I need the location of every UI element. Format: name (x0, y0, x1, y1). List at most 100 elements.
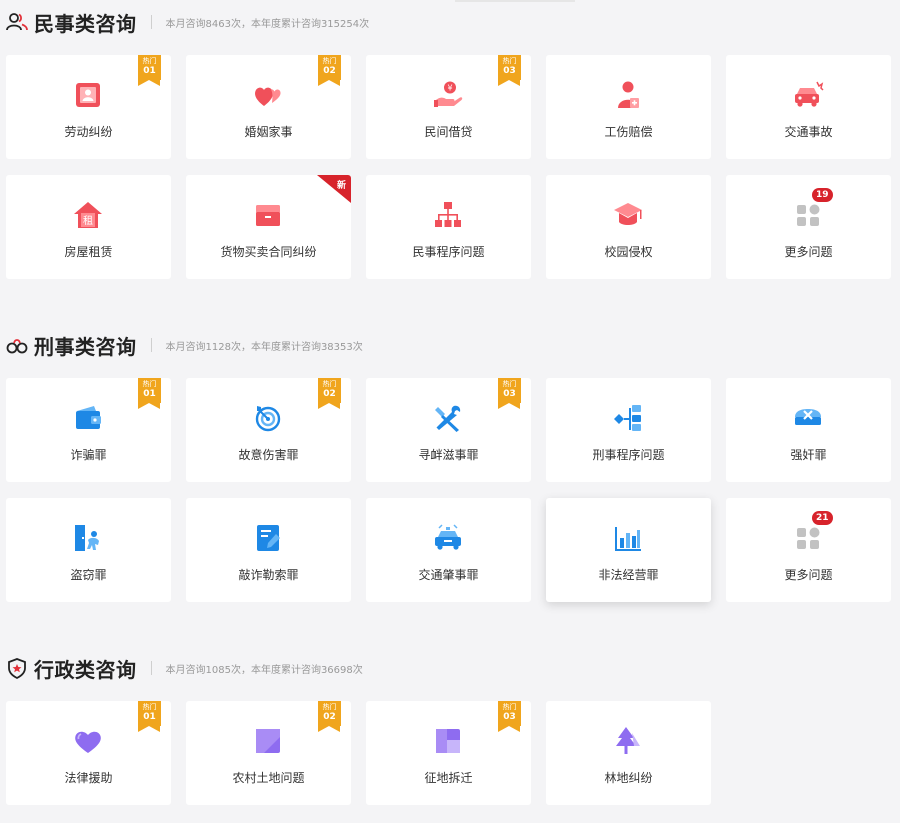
category-label: 征地拆迁 (424, 771, 473, 785)
category-card[interactable]: 敲诈勒索罪 (186, 498, 351, 602)
category-card[interactable]: 校园侵权 (546, 175, 711, 279)
category-label: 农村土地问题 (232, 771, 305, 785)
category-card[interactable]: 刑事程序问题 (546, 378, 711, 482)
category-card[interactable]: 劳动纠纷 热门 01 (6, 55, 171, 159)
category-label: 校园侵权 (604, 245, 653, 259)
thief-door-icon (72, 522, 104, 554)
category-label: 更多问题 (784, 568, 833, 582)
category-label: 寻衅滋事罪 (418, 448, 479, 462)
category-card[interactable]: 故意伤害罪 热门 02 (186, 378, 351, 482)
category-card[interactable]: 更多问题 19 (726, 175, 891, 279)
more-grid-icon (792, 522, 824, 554)
section-title: 行政类咨询 (34, 657, 137, 682)
more-grid-icon (792, 199, 824, 231)
org-chart-icon (432, 199, 464, 231)
category-card[interactable]: 盗窃罪 (6, 498, 171, 602)
section-criminal: 刑事类咨询 本月咨询1128次，本年度累计咨询38353次 诈骗罪 热门 01 故… (0, 330, 900, 610)
category-label: 林地纠纷 (604, 771, 653, 785)
land-grid-icon (432, 725, 464, 757)
section-administrative: 行政类咨询 本月咨询1085次，本年度累计咨询36698次 法律援助 热门 01 … (0, 653, 900, 813)
category-card[interactable]: 更多问题 21 (726, 498, 891, 602)
handcuffs-icon (6, 334, 28, 356)
hot-tag: 热门 03 (498, 701, 521, 732)
car-crash-icon (792, 79, 824, 111)
category-label: 刑事程序问题 (592, 448, 665, 462)
category-label: 劳动纠纷 (64, 125, 113, 139)
svg-text:¥: ¥ (447, 84, 452, 93)
hot-tag: 热门 01 (138, 378, 161, 409)
heart-icon (72, 725, 104, 757)
hot-tag: 热门 02 (318, 701, 341, 732)
cross-box-icon (792, 402, 824, 434)
category-label: 民间借贷 (424, 125, 473, 139)
section-civil: 民事类咨询 本月咨询8463次，本年度累计咨询315254次 劳动纠纷 热门 01… (0, 7, 900, 287)
injured-person-icon (612, 79, 644, 111)
category-label: 盗窃罪 (70, 568, 107, 582)
category-label: 强奸罪 (790, 448, 827, 462)
hot-tag: 热门 03 (498, 378, 521, 409)
category-label: 交通肇事罪 (418, 568, 479, 582)
category-card[interactable]: 非法经营罪 (546, 498, 711, 602)
land-square-icon (252, 725, 284, 757)
tree-icon (612, 725, 644, 757)
category-card[interactable]: 寻衅滋事罪 热门 03 (366, 378, 531, 482)
target-icon (252, 402, 284, 434)
category-card[interactable]: 林地纠纷 (546, 701, 711, 805)
count-badge: 21 (812, 511, 833, 525)
top-divider (455, 0, 575, 2)
section-header: 行政类咨询 本月咨询1085次，本年度累计咨询36698次 (6, 653, 363, 683)
hearts-icon (252, 79, 284, 111)
hot-tag: 热门 03 (498, 55, 521, 86)
category-card[interactable]: 交通事故 (726, 55, 891, 159)
category-label: 婚姻家事 (244, 125, 293, 139)
category-label: 更多问题 (784, 245, 833, 259)
section-header: 民事类咨询 本月咨询8463次，本年度累计咨询315254次 (6, 7, 369, 37)
section-stats: 本月咨询1085次，本年度累计咨询36698次 (165, 664, 363, 676)
category-card[interactable]: 货物买卖合同纠纷 新 (186, 175, 351, 279)
section-header: 刑事类咨询 本月咨询1128次，本年度累计咨询38353次 (6, 330, 363, 360)
hand-coin-icon: ¥ (432, 79, 464, 111)
category-card[interactable]: 农村土地问题 热门 02 (186, 701, 351, 805)
hot-tag: 热门 01 (138, 701, 161, 732)
category-card[interactable]: ¥ 民间借贷 热门 03 (366, 55, 531, 159)
category-label: 法律援助 (64, 771, 113, 785)
section-stats: 本月咨询1128次，本年度累计咨询38353次 (165, 341, 363, 353)
id-card-icon (72, 79, 104, 111)
flowchart-icon (612, 402, 644, 434)
divider (150, 338, 152, 352)
category-label: 交通事故 (784, 125, 833, 139)
house-rent-icon: 租 (72, 199, 104, 231)
section-stats: 本月咨询8463次，本年度累计咨询315254次 (165, 18, 370, 30)
category-label: 货物买卖合同纠纷 (220, 245, 317, 259)
category-label: 诈骗罪 (70, 448, 107, 462)
category-card[interactable]: 民事程序问题 (366, 175, 531, 279)
category-card[interactable]: 诈骗罪 热门 01 (6, 378, 171, 482)
category-card[interactable]: 法律援助 热门 01 (6, 701, 171, 805)
category-label: 工伤赔偿 (604, 125, 653, 139)
category-card[interactable]: 征地拆迁 热门 03 (366, 701, 531, 805)
bar-chart-icon (612, 522, 644, 554)
section-title: 民事类咨询 (34, 11, 137, 36)
police-badge-icon (6, 657, 28, 680)
divider (150, 661, 152, 675)
category-label: 敲诈勒索罪 (238, 568, 299, 582)
graduation-cap-icon (612, 199, 644, 231)
category-card[interactable]: 婚姻家事 热门 02 (186, 55, 351, 159)
police-car-icon (432, 522, 464, 554)
users-icon (6, 11, 28, 33)
document-pen-icon (252, 522, 284, 554)
new-tag: 新 (317, 175, 351, 203)
hot-tag: 热门 02 (318, 378, 341, 409)
category-card[interactable]: 工伤赔偿 (546, 55, 711, 159)
category-label: 故意伤害罪 (238, 448, 299, 462)
category-card[interactable]: 强奸罪 (726, 378, 891, 482)
category-label: 民事程序问题 (412, 245, 485, 259)
category-card[interactable]: 交通肇事罪 (366, 498, 531, 602)
category-card[interactable]: 租 房屋租赁 (6, 175, 171, 279)
svg-text:租: 租 (83, 214, 93, 227)
count-badge: 19 (812, 188, 833, 202)
cargo-box-icon (252, 199, 284, 231)
category-label: 房屋租赁 (64, 245, 113, 259)
hot-tag: 热门 01 (138, 55, 161, 86)
tools-icon (432, 402, 464, 434)
